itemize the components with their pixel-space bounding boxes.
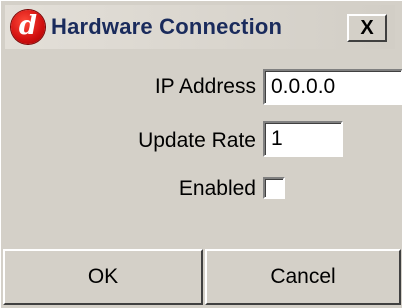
update-rate-label: Update Rate [138, 129, 256, 152]
window-title: Hardware Connection [51, 14, 283, 39]
ip-address-label: IP Address [154, 75, 256, 98]
app-logo-icon: d [11, 10, 45, 44]
enabled-checkbox[interactable] [263, 177, 285, 199]
ip-address-field[interactable] [263, 69, 402, 105]
update-rate-field[interactable] [263, 121, 343, 157]
title-bar[interactable]: d Hardware Connection X [5, 5, 395, 49]
ok-button[interactable]: OK [3, 249, 203, 305]
enabled-label: Enabled [178, 177, 256, 200]
cancel-button[interactable]: Cancel [205, 249, 401, 305]
hardware-connection-dialog: d Hardware Connection X IP Address Updat… [0, 0, 402, 308]
close-button[interactable]: X [347, 14, 387, 42]
